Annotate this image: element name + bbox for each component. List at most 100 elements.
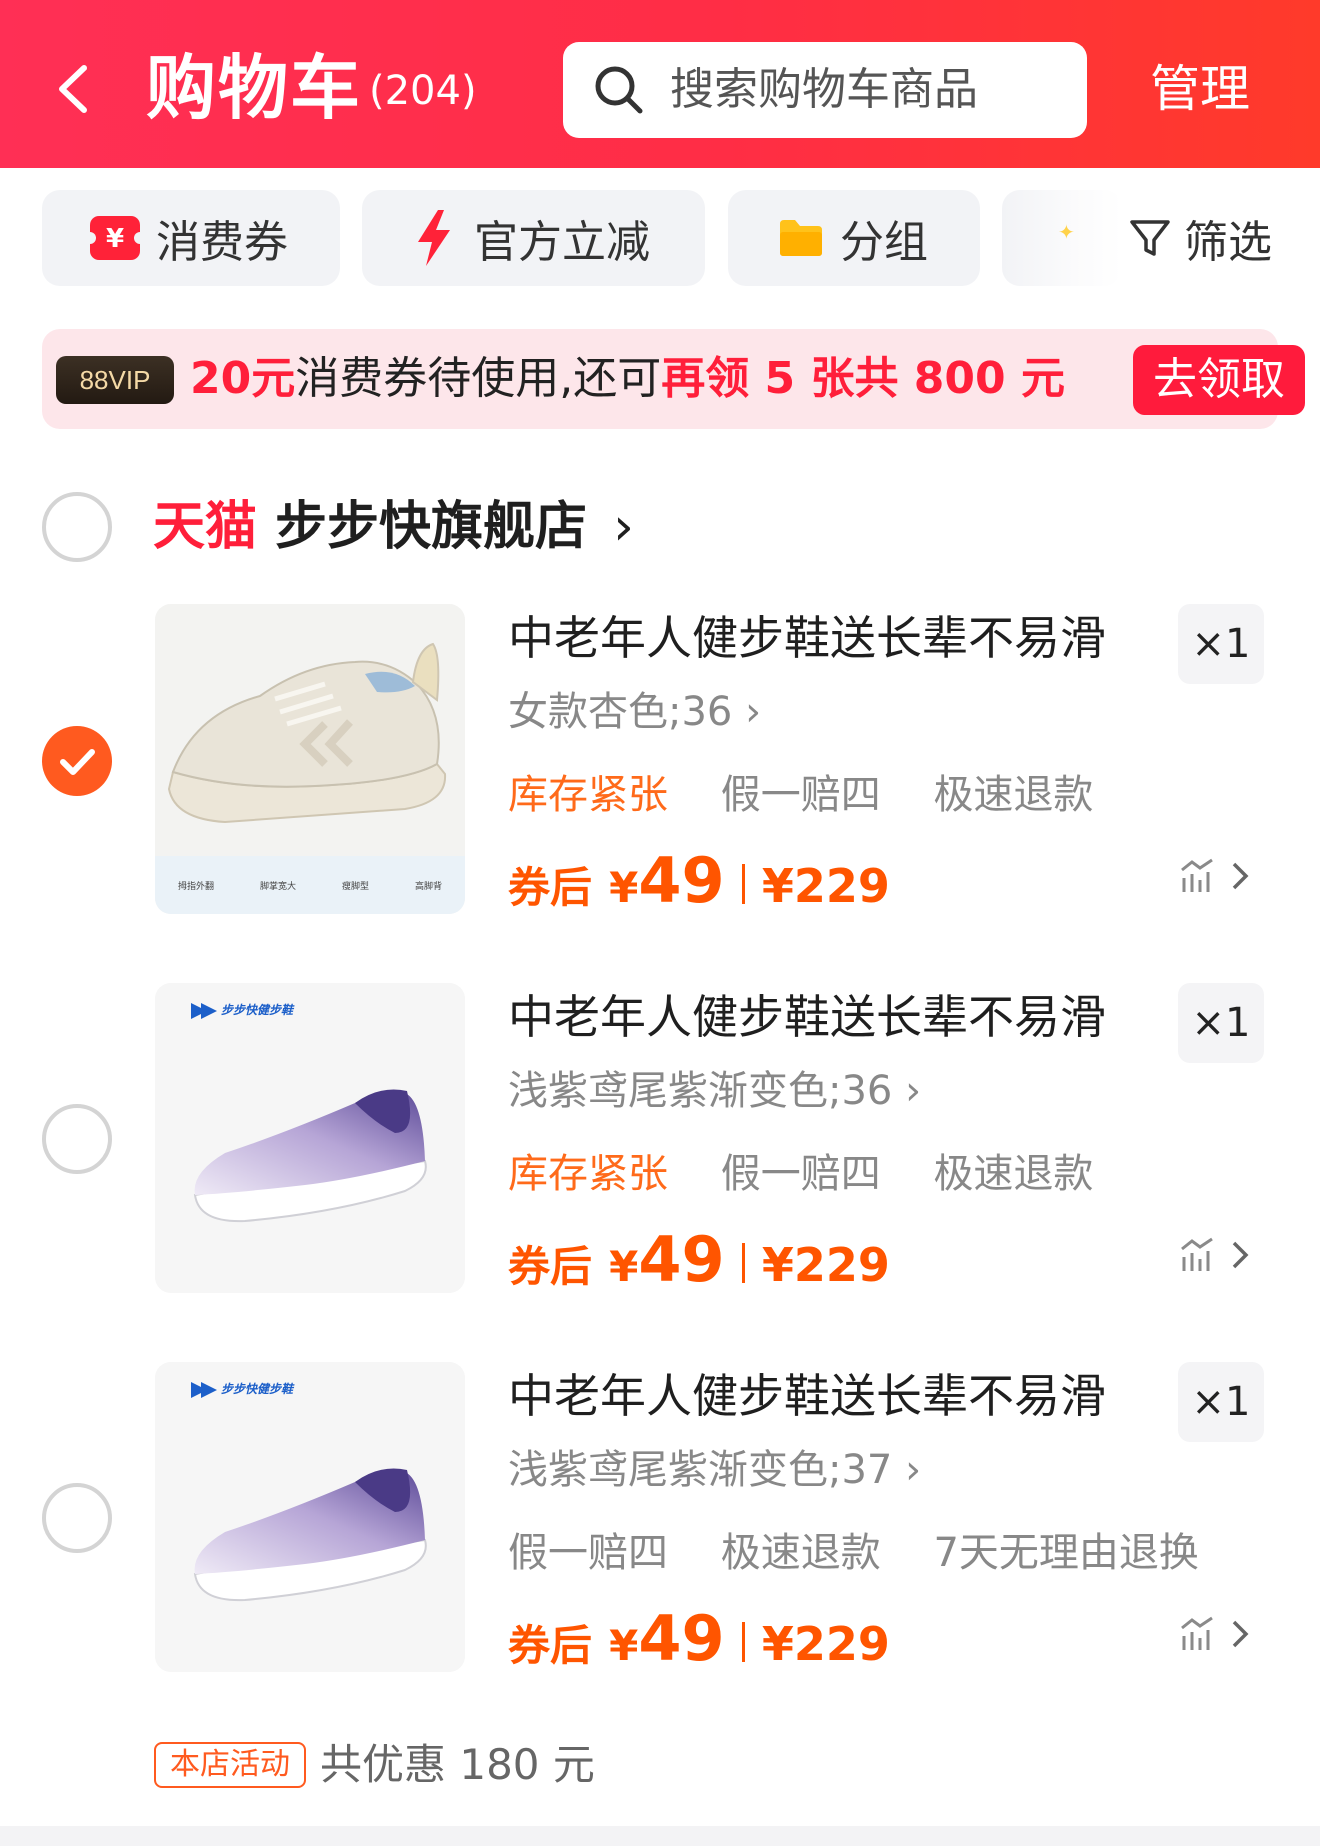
product-spec: 浅紫鸢尾紫渐变色;37 [508,1447,893,1493]
folder-icon [780,220,822,256]
brand-text: 步步快健步鞋 [221,1003,294,1017]
search-input[interactable]: 搜索购物车商品 [563,42,1087,138]
cart-item: 步步快健步鞋 中老年人健步鞋送长辈不易滑 ×1 浅紫鸢尾紫渐变色;37 › 假一… [0,1362,1320,1682]
currency-symbol: ¥ [761,1617,794,1671]
price-prefix: 券后 [508,1242,593,1291]
product-image[interactable]: 拇指外翻 脚掌宽大 瘦脚型 高脚背 [155,604,465,914]
coupon-icon: ¥ [90,216,140,260]
price-prefix: 券后 [508,1621,593,1670]
cart-count: (204) [369,68,477,114]
price-row: 券后 ¥49 ¥229 [508,844,890,917]
vip-highlight: 再领 5 张共 800 元 [661,353,1065,404]
price-trend-icon[interactable] [1178,856,1258,896]
foot-type-label: 拇指外翻 [177,881,214,892]
vip-badge: 88VIP [56,356,174,404]
product-spec: 浅紫鸢尾紫渐变色;36 [508,1068,893,1114]
search-icon [595,66,643,114]
purple-slip-on-image [155,983,465,1293]
service-tags: 假一赔四 极速退款 7天无理由退换 [508,1527,1239,1579]
original-price: 229 [793,1617,890,1671]
product-title[interactable]: 中老年人健步鞋送长辈不易滑 [508,1366,1106,1426]
foot-type-label: 脚掌宽大 [259,881,296,892]
filter-chip-label: 分组 [840,217,928,268]
service-tag: 假一赔四 [720,1151,881,1197]
currency-symbol: ¥ [761,1238,794,1292]
purple-slip-on-image [155,1362,465,1672]
product-spec: 女款杏色;36 [508,689,733,735]
store-select-checkbox[interactable] [42,492,112,562]
product-spec-selector[interactable]: 浅紫鸢尾紫渐变色;36 › [508,1065,921,1117]
product-title[interactable]: 中老年人健步鞋送长辈不易滑 [508,987,1106,1047]
price-trend-icon[interactable] [1178,1235,1258,1275]
filter-chip-more[interactable]: ✦ [1002,190,1122,286]
currency-symbol: ¥ [609,1621,639,1670]
vip-coupon-banner: 88VIP 20元消费券待使用,还可再领 5 张共 800 元 去领取 [42,329,1305,429]
chevron-right-icon: › [905,1068,922,1114]
currency-symbol: ¥ [609,863,639,912]
discounted-price: 49 [638,844,725,917]
lightning-icon [418,210,450,266]
discounted-price: 49 [638,1602,725,1675]
price-divider [741,1622,745,1662]
filter-chip-coupon[interactable]: ¥ 消费券 [42,190,340,286]
service-tags: 库存紧张 假一赔四 极速退款 [508,769,1133,821]
brand-text: 步步快健步鞋 [221,1382,294,1396]
price-trend-icon[interactable] [1178,1614,1258,1654]
service-tag: 极速退款 [933,772,1094,818]
sparkle-icon: ✦ [1058,220,1075,244]
foot-type-label: 瘦脚型 [341,881,369,892]
page-title: 购物车 [146,47,362,129]
price-divider [741,1243,745,1283]
store-link[interactable]: 步步快旗舰店 › [275,496,634,558]
tmall-label: 天猫 [153,497,258,557]
service-tag: 极速退款 [720,1530,881,1576]
filter-chip-discount[interactable]: 官方立减 [362,190,705,286]
foot-type-caption: 拇指外翻 脚掌宽大 瘦脚型 高脚背 [155,856,465,914]
manage-button[interactable]: 管理 [1150,58,1250,120]
bottom-divider [0,1826,1320,1846]
price-prefix: 券后 [508,863,593,912]
vip-amount: 20元 [190,353,296,404]
filter-chip-label: 官方立减 [474,217,650,268]
search-placeholder: 搜索购物车商品 [670,64,978,115]
top-header: 购物车 (204) 搜索购物车商品 管理 [0,0,1320,168]
product-spec-selector[interactable]: 浅紫鸢尾紫渐变色;37 › [508,1444,921,1496]
vip-banner-text: 20元消费券待使用,还可再领 5 张共 800 元 [190,351,1065,407]
filter-chip-label: 消费券 [156,217,288,268]
product-title[interactable]: 中老年人健步鞋送长辈不易滑 [508,608,1106,668]
product-spec-selector[interactable]: 女款杏色;36 › [508,686,761,738]
service-tag: 7天无理由退换 [933,1530,1199,1576]
vip-text-middle: 消费券待使用,还可 [295,353,662,404]
quantity-button[interactable]: ×1 [1178,1362,1264,1442]
funnel-icon [1130,220,1170,256]
claim-coupon-button[interactable]: 去领取 [1133,345,1305,415]
cart-item: 步步快健步鞋 中老年人健步鞋送长辈不易滑 ×1 浅紫鸢尾紫渐变色;36 › 库存… [0,983,1320,1303]
price-row: 券后 ¥49 ¥229 [508,1223,890,1296]
service-tags: 库存紧张 假一赔四 极速退款 [508,1148,1133,1200]
chevron-right-icon: › [745,689,762,735]
product-image[interactable]: 步步快健步鞋 [155,1362,465,1672]
discounted-price: 49 [638,1223,725,1296]
product-image[interactable]: 步步快健步鞋 [155,983,465,1293]
service-tag: 假一赔四 [508,1530,668,1576]
currency-symbol: ¥ [609,1242,639,1291]
stock-tag: 库存紧张 [508,772,668,818]
back-button[interactable] [52,62,92,116]
quantity-button[interactable]: ×1 [1178,983,1264,1063]
svg-text:¥: ¥ [106,224,124,254]
price-row: 券后 ¥49 ¥229 [508,1602,890,1675]
cart-item: 拇指外翻 脚掌宽大 瘦脚型 高脚背 中老年人健步鞋送长辈不易滑 ×1 女款杏色;… [0,604,1320,924]
quantity-button[interactable]: ×1 [1178,604,1264,684]
store-activity-badge[interactable]: 本店活动 [154,1742,306,1788]
filter-button[interactable]: 筛选 [1128,210,1272,268]
service-tag: 假一赔四 [720,772,881,818]
filter-chip-group[interactable]: 分组 [728,190,980,286]
chevron-right-icon: › [905,1447,922,1493]
filter-label: 筛选 [1184,217,1272,268]
chevron-right-icon: › [613,497,634,557]
service-tag: 极速退款 [933,1151,1094,1197]
price-divider [741,864,745,904]
original-price: 229 [793,1238,890,1292]
store-name: 步步快旗舰店 [275,497,588,557]
chevron-left-icon [59,65,87,113]
